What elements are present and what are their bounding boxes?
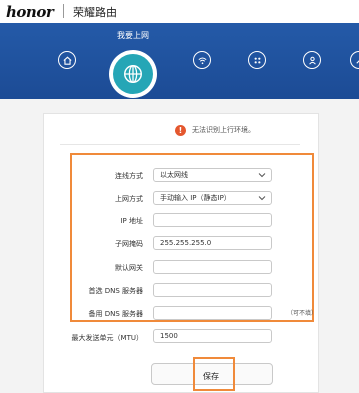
connection-type-label: 连线方式	[115, 172, 143, 180]
warning-icon: !	[175, 125, 186, 136]
secondary-dns-label: 备用 DNS 服务器	[88, 310, 143, 318]
default-gateway-input[interactable]	[153, 260, 272, 274]
chevron-down-icon	[258, 173, 266, 178]
active-nav-label: 我要上网	[117, 31, 149, 40]
user-icon[interactable]	[303, 51, 321, 69]
primary-dns-input[interactable]	[153, 283, 272, 297]
ip-address-input[interactable]	[153, 213, 272, 227]
mtu-label: 最大发送单元（MTU）	[71, 334, 143, 342]
status-message: 无法识别上行环境。	[192, 126, 255, 134]
grid-icon[interactable]	[248, 51, 266, 69]
primary-dns-label: 首选 DNS 服务器	[88, 287, 143, 295]
access-method-value: 手动输入 IP（静态IP）	[160, 194, 231, 202]
honor-logo: honor	[6, 3, 54, 21]
default-gateway-label: 默认网关	[115, 264, 143, 272]
subnet-mask-input[interactable]: 255.255.255.0	[153, 236, 272, 250]
secondary-dns-input[interactable]	[153, 306, 272, 320]
router-title: 荣耀路由	[73, 6, 117, 19]
save-button-label: 保存	[203, 372, 219, 381]
home-icon[interactable]	[58, 51, 76, 69]
nav-item-internet[interactable]	[109, 50, 157, 98]
subnet-mask-label: 子网掩码	[115, 240, 143, 248]
access-method-select[interactable]: 手动输入 IP（静态IP）	[153, 191, 272, 205]
connection-type-select[interactable]: 以太网线	[153, 168, 272, 182]
optional-note: （可不填）	[287, 310, 318, 317]
wifi-icon[interactable]	[193, 51, 211, 69]
mtu-input[interactable]: 1500	[153, 329, 272, 343]
chevron-down-icon	[258, 196, 266, 201]
ip-address-label: IP 地址	[120, 217, 143, 225]
connection-type-value: 以太网线	[160, 171, 188, 179]
top-bar: honor 荣耀路由	[0, 0, 359, 24]
header-divider	[63, 4, 64, 18]
globe-icon	[113, 54, 153, 94]
access-method-label: 上网方式	[115, 195, 143, 203]
panel-divider	[60, 144, 300, 145]
